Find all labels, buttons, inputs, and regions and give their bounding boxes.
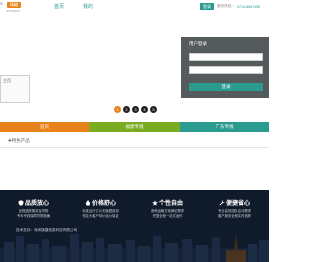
nav-item-home[interactable]: 首页	[54, 3, 64, 11]
login-panel: 用户登录 登录	[181, 37, 269, 98]
feature-title: 便捷省心	[225, 201, 250, 207]
site-footer: 品质放心 全程追踪服务及货物 专车专线保障货物准确 价格舒心 标准运行订价无隐藏费…	[0, 190, 269, 262]
feature-desc: 恒定大客户特价运价保证	[82, 213, 119, 218]
login-submit-button[interactable]: 登录	[189, 83, 263, 91]
feature-title: 个性自由	[158, 201, 183, 207]
feature-desc: 全程追踪服务及货物	[18, 209, 49, 213]
slider-dot[interactable]: 2	[123, 106, 130, 113]
footer-copyright: 技术支持：深圳旗捷信息科技有限公司	[16, 228, 78, 232]
shield-icon	[18, 199, 24, 206]
site-header: ≤ 精编 JINGBIAN 首页 我的 登录 服务热线： 0713-868745…	[0, 0, 269, 17]
tab-home[interactable]: 首页	[0, 122, 89, 132]
slider-dot[interactable]: 3	[132, 106, 139, 113]
feature-title: 品质放心	[24, 201, 49, 207]
feature-quality: 品质放心 全程追踪服务及货物 专车专线保障货物准确	[0, 198, 67, 218]
featured-products-link[interactable]: ✚特色产品	[8, 138, 30, 144]
service-hotline-label: 服务热线：	[217, 4, 235, 8]
banner-image[interactable]: 主页	[0, 75, 30, 103]
slider-pagination: 1 2 3 4 5	[114, 106, 157, 113]
password-field[interactable]	[189, 66, 263, 74]
tab-fujian[interactable]: 福建专线	[89, 122, 180, 132]
banner-image-alt: 主页	[3, 78, 11, 83]
money-bag-icon	[85, 200, 91, 206]
username-field[interactable]	[189, 53, 263, 61]
feature-convenience: 便捷省心 专业高效团队应对需求 客户服务全程实时追踪	[201, 198, 268, 218]
slider-dot[interactable]: 5	[150, 106, 157, 113]
header-right: 登录 服务热线： 0713-8687456	[200, 3, 260, 10]
feature-desc: 完整全程一站式运作	[152, 213, 183, 218]
nav-item-mine[interactable]: 我的	[83, 3, 93, 11]
login-title: 用户登录	[189, 41, 207, 46]
logo-badge: 精编	[7, 2, 21, 8]
wrench-icon	[219, 199, 225, 206]
slider-dot[interactable]: 1	[114, 106, 121, 113]
feature-price: 价格舒心 标准运行订价无隐藏费用 恒定大客户特价运价保证	[67, 198, 134, 218]
feature-title: 价格舒心	[91, 201, 116, 207]
logo-mark-icon: ≤	[0, 1, 3, 7]
feature-freedom: 个性自由 各种运输方案满足需求 完整全程一站式运作	[134, 198, 201, 218]
tab-guangdong[interactable]: 广东专线	[180, 122, 269, 132]
service-hotline-number: 0713-8687456	[236, 4, 261, 9]
feature-desc: 客户服务全程实时追踪	[218, 213, 251, 218]
star-icon	[152, 199, 158, 206]
feature-desc: 标准运行订价无隐藏费用	[82, 209, 119, 213]
feature-desc: 各种运输方案满足需求	[151, 209, 184, 213]
section-divider	[0, 147, 269, 148]
header-login-button[interactable]: 登录	[200, 3, 214, 10]
slider-dot[interactable]: 4	[141, 106, 148, 113]
logo-subtitle: JINGBIAN	[6, 9, 20, 13]
route-tabs: 首页 福建专线 广东专线	[0, 122, 269, 132]
feature-desc: 专车专线保障货物准确	[17, 213, 50, 218]
feature-desc: 专业高效团队应对需求	[218, 209, 251, 213]
main-nav: 首页 我的	[54, 3, 93, 11]
site-logo[interactable]: ≤ 精编 JINGBIAN	[0, 1, 22, 15]
feature-list: 品质放心 全程追踪服务及货物 专车专线保障货物准确 价格舒心 标准运行订价无隐藏费…	[0, 198, 269, 218]
